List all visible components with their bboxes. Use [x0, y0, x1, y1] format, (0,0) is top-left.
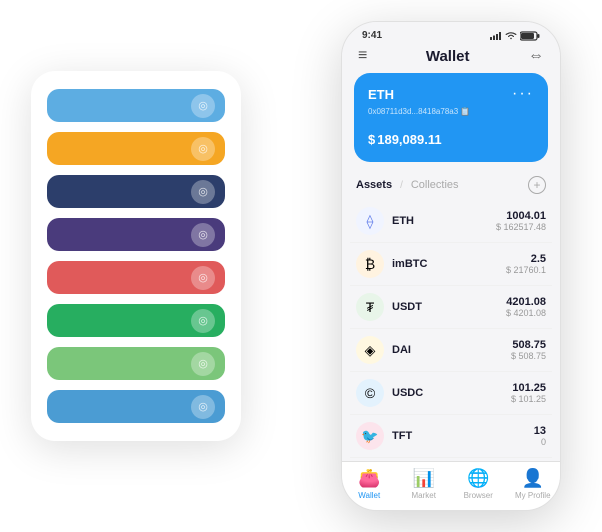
- status-icons: [490, 31, 540, 41]
- asset-icon-usdt: ₮: [356, 293, 384, 321]
- asset-usd-usdt: $ 4201.08: [506, 308, 546, 318]
- battery-icon: [520, 31, 540, 41]
- phone: 9:41: [341, 21, 561, 511]
- asset-amount-usdc: 101.25: [511, 382, 546, 394]
- asset-icon-imbtc: ₿: [356, 250, 384, 278]
- color-row-icon-6: ◎: [191, 352, 215, 376]
- asset-item-eth[interactable]: ⟠ ETH 1004.01 $ 162517.48: [350, 200, 552, 243]
- asset-values-usdt: 4201.08 $ 4201.08: [506, 296, 546, 318]
- eth-card-label: ETH: [368, 87, 394, 102]
- nav-item-wallet[interactable]: 👛 Wallet: [342, 468, 397, 500]
- asset-values-imbtc: 2.5 $ 21760.1: [506, 253, 546, 275]
- bottom-nav: 👛 Wallet 📊 Market 🌐 Browser 👤 My Profile: [342, 461, 560, 510]
- color-row-icon-3: ◎: [191, 223, 215, 247]
- asset-item-dai[interactable]: ◈ DAI 508.75 $ 508.75: [350, 329, 552, 372]
- tab-divider: /: [400, 180, 403, 191]
- eth-card-menu[interactable]: ···: [512, 85, 534, 103]
- color-row-2[interactable]: ◎: [47, 175, 225, 208]
- color-row-icon-4: ◎: [191, 266, 215, 290]
- signal-icon: [490, 32, 502, 40]
- color-row-6[interactable]: ◎: [47, 347, 225, 380]
- color-row-4[interactable]: ◎: [47, 261, 225, 294]
- add-asset-button[interactable]: +: [528, 176, 546, 194]
- scene: ◎ ◎ ◎ ◎ ◎ ◎ ◎ ◎ 9:41: [11, 11, 591, 521]
- color-row-5[interactable]: ◎: [47, 304, 225, 337]
- asset-name-usdc: USDC: [392, 387, 511, 399]
- phone-header: ≡ Wallet ⇔: [342, 45, 560, 73]
- color-row-icon-0: ◎: [191, 94, 215, 118]
- asset-usd-eth: $ 162517.48: [496, 222, 546, 232]
- nav-item-my-profile[interactable]: 👤 My Profile: [506, 468, 561, 500]
- phone-content: ETH ··· 0x08711d3d...8418a78a3 📋 $189,08…: [342, 73, 560, 461]
- wifi-icon: [505, 32, 517, 40]
- nav-item-market[interactable]: 📊 Market: [397, 468, 452, 500]
- assets-tabs: Assets / Collecties: [356, 179, 459, 191]
- asset-name-tft: TFT: [392, 430, 534, 442]
- nav-label-market: Market: [412, 491, 436, 500]
- tab-assets[interactable]: Assets: [356, 179, 392, 191]
- asset-name-dai: DAI: [392, 344, 511, 356]
- nav-item-browser[interactable]: 🌐 Browser: [451, 468, 506, 500]
- color-row-icon-1: ◎: [191, 137, 215, 161]
- nav-icon-market: 📊: [413, 468, 435, 489]
- asset-icon-dai: ◈: [356, 336, 384, 364]
- assets-header: Assets / Collecties +: [342, 172, 560, 200]
- status-bar: 9:41: [342, 22, 560, 45]
- asset-values-eth: 1004.01 $ 162517.48: [496, 210, 546, 232]
- asset-usd-dai: $ 508.75: [511, 351, 546, 361]
- back-card-panel: ◎ ◎ ◎ ◎ ◎ ◎ ◎ ◎: [31, 71, 241, 441]
- nav-label-my-profile: My Profile: [515, 491, 551, 500]
- asset-name-eth: ETH: [392, 215, 496, 227]
- asset-name-imbtc: imBTC: [392, 258, 506, 270]
- asset-amount-eth: 1004.01: [496, 210, 546, 222]
- asset-usd-imbtc: $ 21760.1: [506, 265, 546, 275]
- asset-icon-usdc: ©: [356, 379, 384, 407]
- asset-values-tft: 13 0: [534, 425, 546, 447]
- nav-label-wallet: Wallet: [358, 491, 380, 500]
- asset-values-dai: 508.75 $ 508.75: [511, 339, 546, 361]
- color-row-0[interactable]: ◎: [47, 89, 225, 122]
- asset-amount-tft: 13: [534, 425, 546, 437]
- asset-item-tft[interactable]: 🐦 TFT 13 0: [350, 415, 552, 458]
- asset-icon-tft: 🐦: [356, 422, 384, 450]
- asset-item-usdt[interactable]: ₮ USDT 4201.08 $ 4201.08: [350, 286, 552, 329]
- asset-amount-dai: 508.75: [511, 339, 546, 351]
- asset-usd-usdc: $ 101.25: [511, 394, 546, 404]
- asset-amount-usdt: 4201.08: [506, 296, 546, 308]
- nav-icon-my-profile: 👤: [522, 468, 544, 489]
- nav-icon-browser: 🌐: [467, 468, 489, 489]
- asset-values-usdc: 101.25 $ 101.25: [511, 382, 546, 404]
- color-row-7[interactable]: ◎: [47, 390, 225, 423]
- nav-icon-wallet: 👛: [358, 468, 380, 489]
- eth-card-balance: $189,089.11: [368, 124, 534, 150]
- menu-icon[interactable]: ≡: [358, 47, 367, 65]
- color-row-icon-2: ◎: [191, 180, 215, 204]
- nav-label-browser: Browser: [464, 491, 493, 500]
- eth-card-address: 0x08711d3d...8418a78a3 📋: [368, 107, 534, 116]
- color-row-icon-7: ◎: [191, 395, 215, 419]
- eth-card-top: ETH ···: [368, 85, 534, 103]
- asset-usd-tft: 0: [534, 437, 546, 447]
- asset-name-usdt: USDT: [392, 301, 506, 313]
- color-row-1[interactable]: ◎: [47, 132, 225, 165]
- asset-amount-imbtc: 2.5: [506, 253, 546, 265]
- wallet-title: Wallet: [426, 48, 470, 65]
- expand-icon[interactable]: ⇔: [528, 47, 544, 65]
- eth-card[interactable]: ETH ··· 0x08711d3d...8418a78a3 📋 $189,08…: [354, 73, 548, 162]
- asset-list: ⟠ ETH 1004.01 $ 162517.48 ₿ imBTC 2.5 $ …: [342, 200, 560, 461]
- color-row-3[interactable]: ◎: [47, 218, 225, 251]
- status-time: 9:41: [362, 30, 382, 41]
- asset-item-usdc[interactable]: © USDC 101.25 $ 101.25: [350, 372, 552, 415]
- tab-collecties[interactable]: Collecties: [411, 179, 459, 191]
- asset-icon-eth: ⟠: [356, 207, 384, 235]
- color-row-icon-5: ◎: [191, 309, 215, 333]
- asset-item-imbtc[interactable]: ₿ imBTC 2.5 $ 21760.1: [350, 243, 552, 286]
